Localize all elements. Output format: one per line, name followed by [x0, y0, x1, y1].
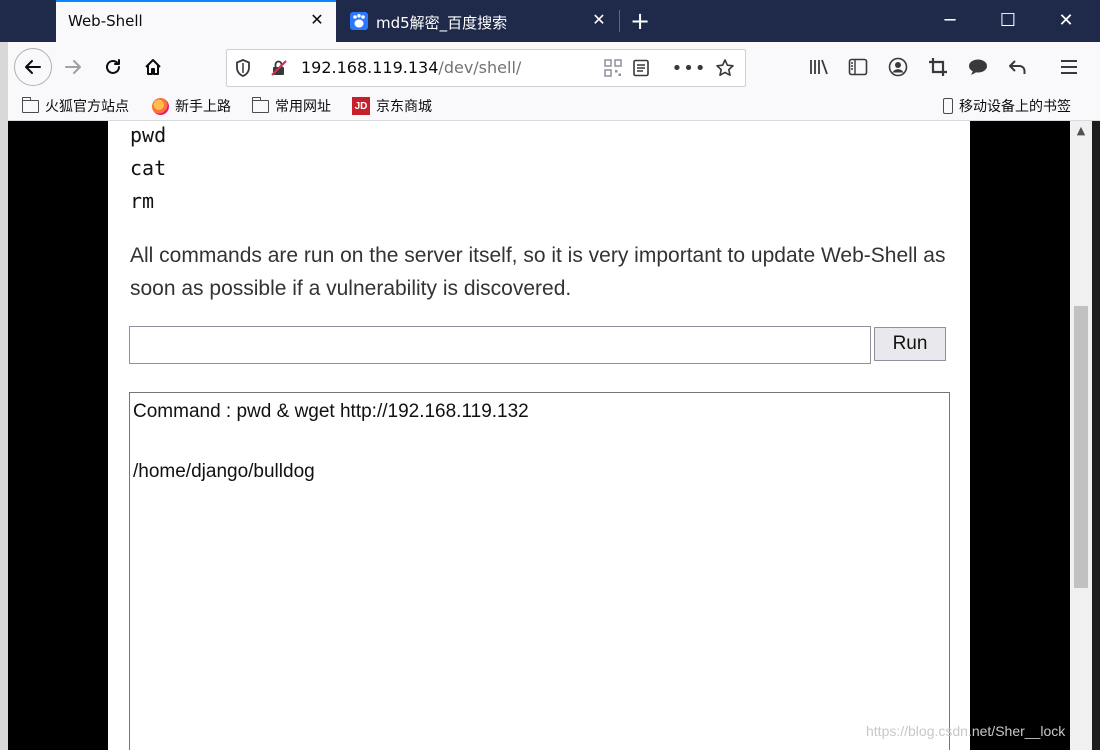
- title-bar: Web-Shell ✕ md5解密_百度搜索 ✕ + ─ ☐ ✕: [0, 0, 1100, 42]
- scroll-up-icon[interactable]: ▲: [1070, 121, 1092, 141]
- back-button[interactable]: [14, 48, 52, 86]
- firefox-icon: [152, 97, 169, 115]
- page-viewport: pwd cat rm All commands are run on the s…: [8, 121, 1092, 750]
- command-list-item: pwd: [130, 123, 167, 147]
- reload-icon: [106, 59, 120, 74]
- url-path: /dev/shell/: [438, 58, 522, 77]
- minimize-button[interactable]: ─: [922, 0, 978, 42]
- tab-web-shell[interactable]: Web-Shell ✕: [56, 0, 336, 42]
- bookmark-label: 常用网址: [275, 99, 331, 115]
- back-arrow-icon: [25, 60, 41, 74]
- reader-view-icon[interactable]: [631, 58, 651, 78]
- chat-bubble-icon[interactable]: [967, 56, 989, 78]
- mobile-icon: [943, 98, 953, 114]
- tab-md5-search[interactable]: md5解密_百度搜索 ✕: [338, 0, 618, 42]
- insecure-lock-icon[interactable]: [269, 58, 289, 78]
- screenshot-crop-icon[interactable]: [927, 56, 949, 78]
- window-close-button[interactable]: ✕: [1038, 0, 1094, 42]
- command-output: Command : pwd & wget http://192.168.119.…: [129, 392, 950, 750]
- run-button[interactable]: Run: [874, 327, 946, 361]
- close-icon[interactable]: ✕: [590, 11, 608, 29]
- url-bar[interactable]: 192.168.119.134/dev/shell/ •••: [226, 49, 746, 87]
- web-shell-page: pwd cat rm All commands are run on the s…: [108, 121, 970, 750]
- shield-icon[interactable]: [233, 58, 253, 78]
- new-tab-button[interactable]: +: [626, 8, 654, 34]
- bookmark-mobile[interactable]: 移动设备上的书签: [943, 95, 1071, 117]
- url-text: 192.168.119.134/dev/shell/: [301, 58, 521, 77]
- star-icon[interactable]: [715, 58, 735, 78]
- vertical-scrollbar[interactable]: ▲: [1070, 121, 1092, 750]
- maximize-button[interactable]: ☐: [980, 0, 1036, 42]
- navigation-toolbar: 192.168.119.134/dev/shell/ •••: [0, 42, 1100, 92]
- output-command-line: Command : pwd & wget http://192.168.119.…: [133, 401, 529, 422]
- reload-button[interactable]: [96, 50, 130, 84]
- bookmark-label: 京东商城: [376, 99, 432, 115]
- close-icon[interactable]: ✕: [308, 11, 326, 29]
- warning-paragraph: All commands are run on the server itsel…: [130, 244, 946, 300]
- account-icon[interactable]: [887, 56, 909, 78]
- bookmark-label: 新手上路: [175, 99, 231, 115]
- bookmarks-toolbar: 火狐官方站点 新手上路 常用网址 JD 京东商城 移动设备上的书签: [0, 92, 1100, 121]
- menu-icon[interactable]: [1058, 56, 1080, 78]
- qr-code-icon[interactable]: [603, 58, 623, 78]
- url-host: 192.168.119.134: [301, 58, 439, 77]
- tab-label: Web-Shell: [68, 12, 143, 30]
- home-button[interactable]: [136, 50, 170, 84]
- tab-separator: [619, 10, 620, 32]
- bookmark-label: 移动设备上的书签: [959, 99, 1071, 115]
- plus-icon: +: [629, 7, 651, 35]
- scrollbar-thumb[interactable]: [1074, 306, 1088, 588]
- tab-active-indicator: [56, 0, 336, 2]
- bookmark-label: 火狐官方站点: [45, 99, 129, 115]
- minimize-icon: ─: [944, 10, 956, 31]
- bookmark-jd-mall[interactable]: JD 京东商城: [352, 95, 432, 117]
- command-list-item: cat: [130, 156, 167, 180]
- bookmark-getting-started[interactable]: 新手上路: [152, 95, 231, 117]
- sidebar-icon[interactable]: [847, 56, 869, 78]
- page-actions-icon[interactable]: •••: [672, 58, 706, 79]
- library-icon[interactable]: [808, 56, 830, 78]
- folder-icon: [251, 96, 269, 113]
- bookmark-firefox-official[interactable]: 火狐官方站点: [21, 95, 129, 117]
- undo-icon[interactable]: [1007, 56, 1029, 78]
- home-icon: [145, 59, 161, 75]
- command-input[interactable]: [129, 326, 871, 364]
- jd-icon: JD: [352, 97, 370, 115]
- maximize-icon: ☐: [999, 10, 1017, 31]
- background-window-edge: [0, 42, 8, 750]
- watermark: https://blog.csdn.net/Sher__lock: [866, 723, 1066, 739]
- bookmark-common-sites[interactable]: 常用网址: [251, 95, 331, 117]
- tab-label: md5解密_百度搜索: [376, 14, 508, 32]
- output-result: /home/django/bulldog: [133, 461, 315, 482]
- forward-button[interactable]: [56, 50, 90, 84]
- baidu-paw-icon: [350, 12, 368, 30]
- close-icon: ✕: [1058, 10, 1074, 31]
- folder-icon: [21, 96, 39, 113]
- command-list-item: rm: [130, 189, 155, 213]
- window-edge: [1092, 121, 1100, 750]
- forward-arrow-icon: [65, 60, 81, 74]
